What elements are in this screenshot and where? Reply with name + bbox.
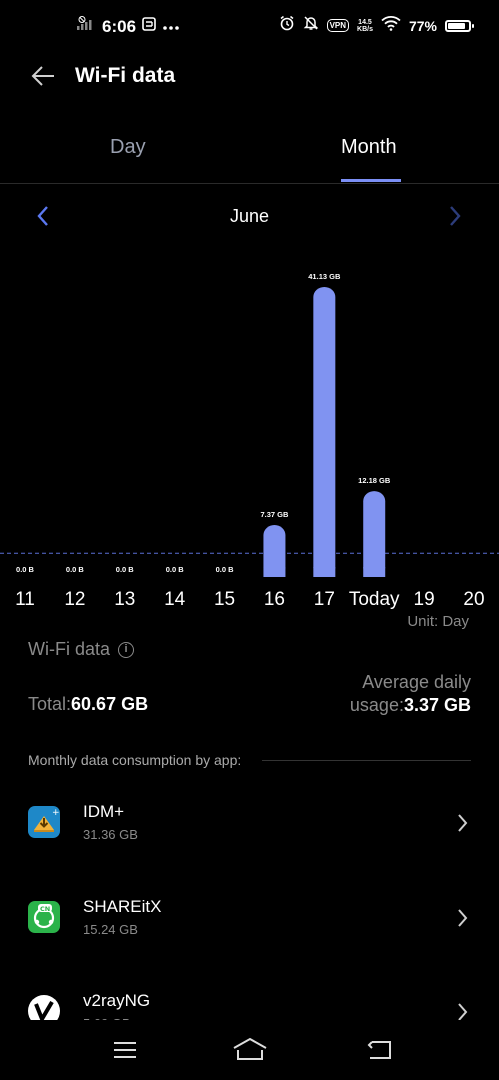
average-value: 3.37 GB: [403, 695, 471, 715]
idm-download-icon: +: [28, 806, 60, 838]
app-row-shareitx[interactable]: CN SHAREitX 15.24 GB: [0, 897, 499, 981]
wifi-icon: [381, 15, 401, 36]
summary-title: Wi-Fi data: [28, 639, 111, 659]
tabs-divider: [0, 183, 499, 184]
system-nav-bar: [0, 1020, 499, 1080]
tab-day[interactable]: Day: [110, 136, 146, 159]
usage-bar-chart: 0.0 B 11 0.0 B 12 0.0 B 13 0.0 B 14 0.0 B 15 7.37 …: [0, 272, 499, 610]
total-label: Total:: [28, 694, 72, 714]
page-title: Wi-Fi data: [75, 64, 176, 87]
app-usage: 15.24 GB: [83, 922, 138, 937]
app-name: v2rayNG: [83, 991, 151, 1010]
apps-header-divider: [262, 760, 471, 761]
chart-bar: [363, 491, 386, 577]
data-label: 41.13 GB: [308, 272, 341, 281]
battery-level-fill: [448, 22, 465, 29]
no-signal-icon: [76, 16, 96, 37]
chart-unit-label: Unit: Day: [407, 613, 469, 630]
alarm-icon: [279, 15, 295, 36]
app-name: SHAREitX: [83, 897, 162, 916]
data-label: 0.0 B: [216, 565, 235, 574]
battery-percent: 77%: [408, 17, 437, 34]
average-daily-usage: Average daily usage:3.37 GB: [350, 671, 471, 717]
data-label: 12.18 GB: [358, 476, 391, 485]
month-label: June: [229, 206, 270, 226]
x-tick-label: 17: [314, 589, 335, 610]
status-time: 6:06: [102, 16, 137, 36]
data-label: 7.37 GB: [260, 510, 289, 519]
total-usage: Total:60.67 GB: [28, 694, 148, 715]
arrow-left-icon[interactable]: [30, 62, 62, 94]
total-value: 60.67 GB: [71, 694, 149, 714]
average-label-line2: usage:: [349, 695, 404, 715]
active-tab-indicator: [341, 179, 401, 182]
chart-bar: [313, 287, 336, 577]
net-speed: 14.5 KB/s: [357, 19, 373, 33]
more-dots-icon: [162, 18, 180, 36]
data-label: 0.0 B: [66, 565, 85, 574]
x-tick-label: 16: [264, 589, 285, 610]
screen-record-icon: [142, 17, 156, 36]
back-icon[interactable]: [366, 1039, 394, 1066]
app-row-idm[interactable]: + IDM+ 31.36 GB: [0, 802, 499, 886]
chevron-right-icon: [456, 907, 470, 934]
battery-icon: [445, 19, 474, 32]
x-tick-label: 14: [164, 589, 186, 610]
chevron-right-icon[interactable]: [444, 203, 466, 234]
shareit-icon: CN: [28, 901, 60, 933]
data-label: 0.0 B: [166, 565, 185, 574]
svg-text:+: +: [52, 808, 60, 818]
mute-icon: [303, 15, 319, 36]
x-tick-label: 15: [214, 589, 235, 610]
chevron-right-icon: [456, 812, 470, 839]
apps-section-header: Monthly data consumption by app:: [28, 752, 242, 768]
x-tick-label: 19: [414, 589, 435, 610]
status-left: 6:06: [76, 16, 180, 37]
net-speed-unit: KB/s: [357, 25, 373, 33]
chart-bar-base: [263, 567, 286, 577]
net-speed-value: 14.5: [358, 18, 372, 26]
app-usage: 31.36 GB: [83, 827, 138, 842]
average-label-line1: Average daily: [362, 672, 471, 692]
x-tick-label: 13: [114, 589, 135, 610]
app-name: IDM+: [83, 802, 125, 821]
vpn-icon: VPN: [326, 19, 350, 32]
info-icon[interactable]: i: [118, 641, 135, 658]
wifi-data-summary-label: Wi-Fi data i: [28, 639, 135, 660]
status-bar: 6:06 VPN 14.5 KB/s 77%: [0, 0, 499, 52]
chart-bar-base: [313, 567, 336, 577]
tab-month[interactable]: Month: [341, 136, 397, 159]
svg-text:CN: CN: [40, 905, 50, 913]
home-icon[interactable]: [232, 1037, 268, 1066]
menu-icon[interactable]: [112, 1040, 138, 1065]
x-tick-label: 12: [64, 589, 85, 610]
x-tick-label: Today: [349, 589, 400, 610]
status-right: VPN 14.5 KB/s 77%: [279, 15, 474, 36]
x-tick-label: 11: [15, 589, 35, 610]
data-label: 0.0 B: [16, 565, 35, 574]
chart-bar-base: [363, 567, 386, 577]
x-tick-label: 20: [463, 589, 484, 610]
data-label: 0.0 B: [116, 565, 135, 574]
